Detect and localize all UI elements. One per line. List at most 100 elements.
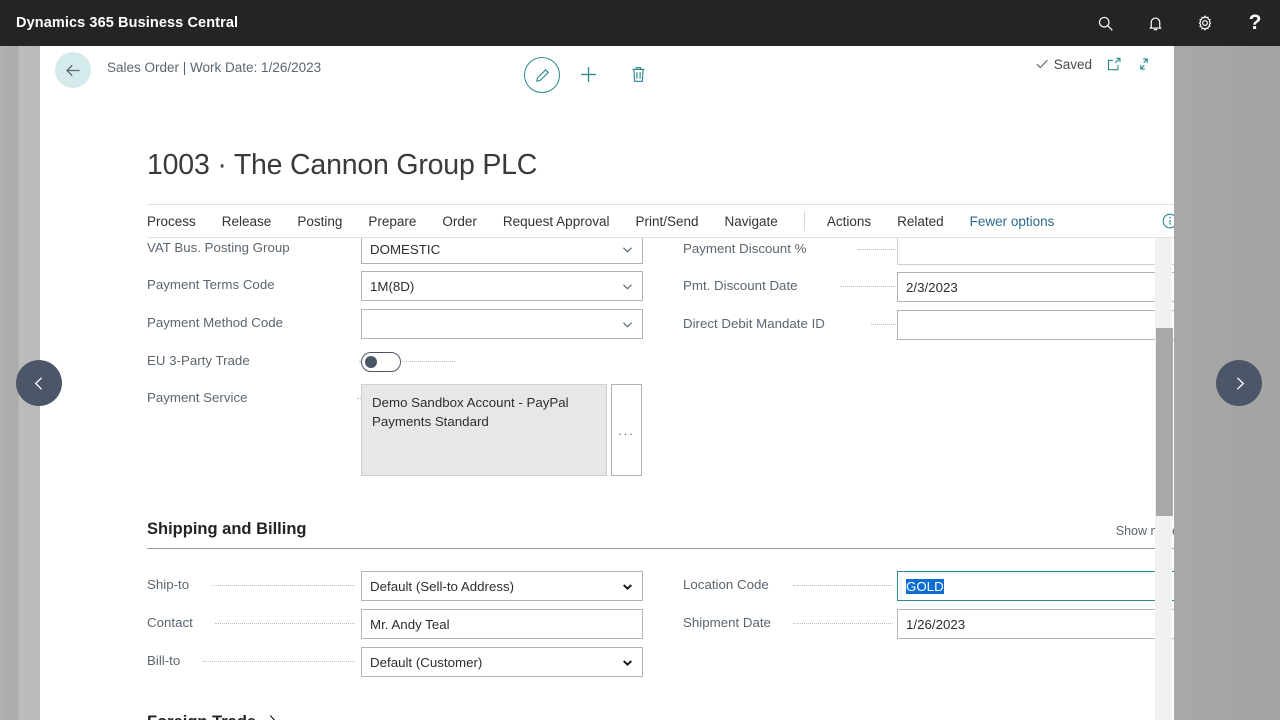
page-title: 1003 · The Cannon Group PLC: [147, 149, 538, 181]
field-ship-to: Ship-to Default (Sell-to Address): [147, 571, 643, 601]
vat-bus-posting-group-dropdown[interactable]: DOMESTIC: [361, 238, 643, 264]
location-code-dropdown[interactable]: GOLD: [897, 571, 1174, 601]
ribbon-item-release[interactable]: Release: [222, 214, 272, 229]
field-payment-method-code: Payment Method Code: [147, 309, 643, 339]
ribbon-divider: [803, 211, 805, 231]
leader-dots: [203, 661, 355, 662]
field-payment-terms-code: Payment Terms Code 1M(8D): [147, 271, 643, 301]
ellipsis-icon: ...: [618, 422, 635, 438]
ribbon-item-related[interactable]: Related: [897, 214, 944, 229]
section-title[interactable]: Foreign Trade: [147, 713, 256, 720]
field-label: Payment Service: [147, 390, 248, 405]
chevron-down-icon: [621, 243, 634, 256]
delete-trash-button[interactable]: [616, 52, 660, 96]
payment-service-value[interactable]: Demo Sandbox Account - PayPal Payments S…: [361, 384, 607, 476]
payment-service-text: Demo Sandbox Account - PayPal Payments S…: [372, 395, 569, 429]
ribbon-item-fewer-options[interactable]: Fewer options: [970, 214, 1055, 229]
section-divider: [147, 548, 1174, 549]
field-direct-debit-mandate-id: Direct Debit Mandate ID: [683, 310, 1174, 340]
pmt-discount-date-input[interactable]: 2/3/2023: [897, 272, 1174, 302]
field-label: Payment Terms Code: [147, 277, 275, 292]
field-bill-to: Bill-to Default (Customer): [147, 647, 643, 677]
contact-input[interactable]: Mr. Andy Teal: [361, 609, 643, 639]
leader-dots: [793, 623, 893, 624]
ribbon-item-prepare[interactable]: Prepare: [368, 214, 416, 229]
app-bar-icon-group: ?: [1080, 0, 1280, 46]
section-foreign-trade[interactable]: Foreign Trade: [147, 713, 1174, 720]
ship-to-select[interactable]: Default (Sell-to Address): [361, 571, 643, 601]
field-label: Pmt. Discount Date: [683, 278, 798, 293]
next-record-button[interactable]: [1216, 360, 1262, 406]
field-value: 1/26/2023: [906, 616, 966, 632]
field-label: Shipment Date: [683, 615, 771, 630]
toggle-knob: [364, 355, 377, 368]
ribbon-item-request-approval[interactable]: Request Approval: [503, 214, 610, 229]
page-toolbar: Sales Order | Work Date: 1/26/2023 Saved: [40, 46, 1174, 102]
field-label: Payment Discount %: [683, 241, 807, 256]
field-value: 1M(8D): [370, 278, 415, 294]
saved-status[interactable]: Saved: [1035, 57, 1092, 72]
chevron-down-icon: [621, 318, 634, 331]
page-status-group: Saved: [1035, 56, 1152, 72]
field-value-wrapper: GOLD: [906, 578, 1153, 594]
field-value: 2/3/2023: [906, 279, 958, 295]
breadcrumb: Sales Order | Work Date: 1/26/2023: [107, 60, 322, 75]
scrollbar-thumb[interactable]: [1156, 328, 1173, 516]
bill-to-select[interactable]: Default (Customer): [361, 647, 643, 677]
eu-3-party-trade-toggle[interactable]: [361, 352, 401, 372]
payment-service-assist-edit-button[interactable]: ...: [611, 384, 642, 476]
chevron-down-icon: [621, 656, 634, 669]
field-label: Location Code: [683, 577, 769, 592]
chevron-down-icon: [621, 580, 634, 593]
back-button[interactable]: [55, 52, 91, 88]
edit-pencil-button[interactable]: [524, 57, 560, 93]
shipment-date-input[interactable]: 1/26/2023: [897, 609, 1174, 639]
payment-terms-code-dropdown[interactable]: 1M(8D): [361, 271, 643, 301]
field-label: VAT Bus. Posting Group: [147, 240, 290, 255]
field-value: Default (Customer): [370, 654, 483, 670]
field-label: Payment Method Code: [147, 315, 284, 330]
field-label: Bill-to: [147, 653, 181, 668]
ribbon-item-process[interactable]: Process: [147, 214, 196, 229]
help-icon[interactable]: ?: [1230, 0, 1280, 46]
field-label: Contact: [147, 615, 193, 630]
leader-dots: [793, 585, 893, 586]
field-label: Direct Debit Mandate ID: [683, 316, 825, 331]
direct-debit-mandate-id-dropdown[interactable]: [897, 310, 1174, 340]
leader-dots: [215, 623, 355, 624]
location-code-selected-text: GOLD: [906, 578, 944, 594]
ribbon-item-order[interactable]: Order: [442, 214, 477, 229]
field-label: EU 3-Party Trade: [147, 353, 250, 368]
gear-icon[interactable]: [1180, 0, 1230, 46]
ribbon-item-print-send[interactable]: Print/Send: [635, 214, 698, 229]
field-label: Ship-to: [147, 577, 190, 592]
info-icon[interactable]: [1161, 212, 1174, 230]
vertical-scrollbar[interactable]: [1155, 238, 1173, 720]
app-bar: Dynamics 365 Business Central ?: [0, 0, 1280, 46]
field-payment-discount-percent: Payment Discount % 2: [683, 238, 1174, 265]
field-value: Mr. Andy Teal: [370, 616, 450, 632]
section-title[interactable]: Shipping and Billing: [147, 520, 306, 539]
field-payment-service: Payment Service Demo Sandbox Account - P…: [147, 384, 657, 476]
screen: Dynamics 365 Business Central ? Sales Or…: [0, 0, 1280, 720]
open-in-new-window-icon[interactable]: [1106, 56, 1122, 72]
payment-discount-percent-input[interactable]: 2: [897, 238, 1174, 265]
form-scroll-region[interactable]: VAT Bus. Posting Group DOMESTIC Payment …: [40, 238, 1174, 720]
field-location-code: Location Code GOLD: [683, 571, 1174, 601]
action-ribbon: Process Release Posting Prepare Order Re…: [147, 204, 1174, 238]
payment-method-code-dropdown[interactable]: [361, 309, 643, 339]
record-actions: [524, 46, 660, 96]
ribbon-item-posting[interactable]: Posting: [297, 214, 342, 229]
previous-record-button[interactable]: [16, 360, 62, 406]
field-shipment-date: Shipment Date 1/26/2023: [683, 609, 1174, 639]
search-icon[interactable]: [1080, 0, 1130, 46]
notifications-bell-icon[interactable]: [1130, 0, 1180, 46]
new-button[interactable]: [566, 52, 610, 96]
ribbon-item-actions[interactable]: Actions: [827, 214, 871, 229]
chevron-right-icon[interactable]: [266, 713, 279, 720]
field-value: Default (Sell-to Address): [370, 578, 515, 594]
ribbon-item-navigate[interactable]: Navigate: [725, 214, 778, 229]
section-shipping-and-billing: Shipping and Billing Show more: [147, 520, 1174, 549]
leader-dots: [212, 585, 355, 586]
collapse-icon[interactable]: [1136, 56, 1152, 72]
